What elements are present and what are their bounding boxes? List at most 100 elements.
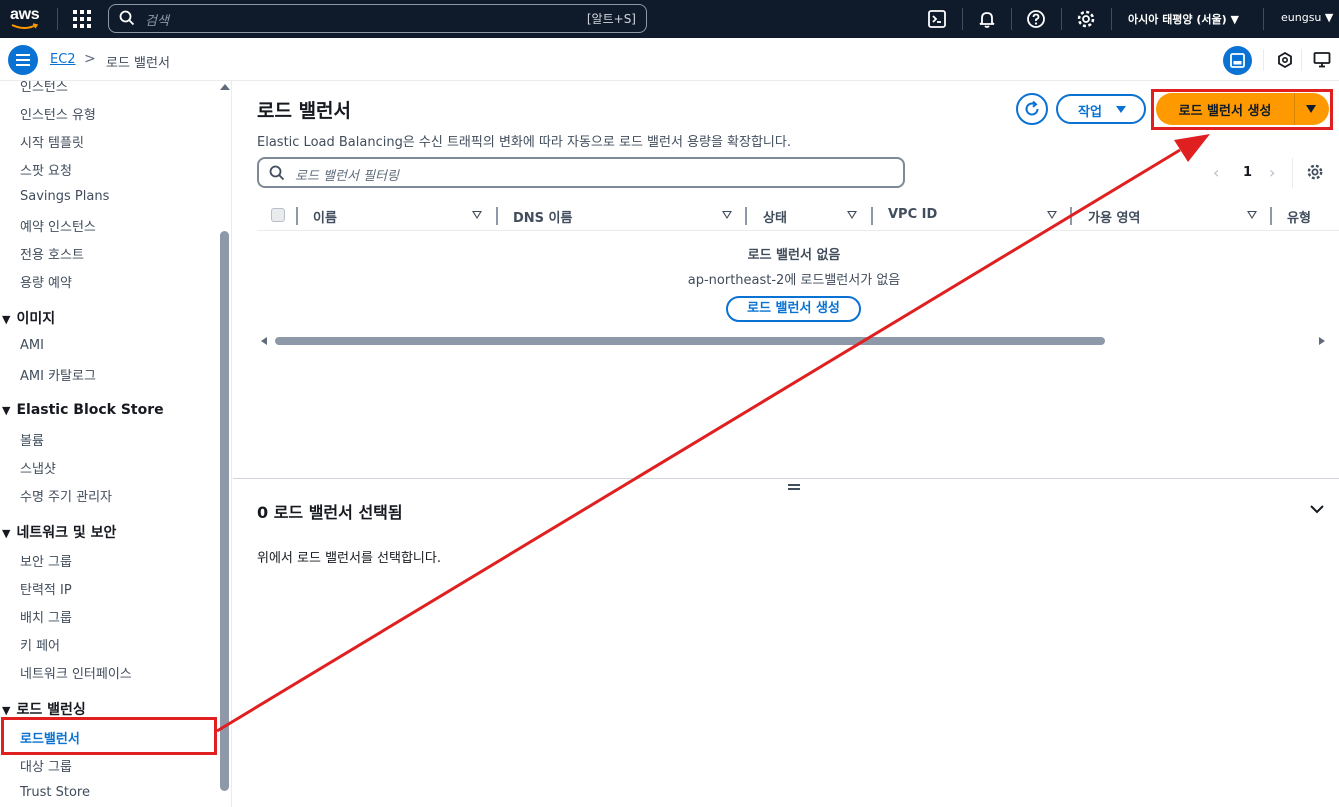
chevron-left-icon[interactable]: ‹ [1213,163,1219,182]
column-header-type[interactable]: 유형 [1287,207,1311,226]
scroll-right-arrow[interactable] [1319,337,1325,345]
divider [1011,8,1012,30]
empty-state-subtitle: ap-northeast-2에 로드밸런서가 없음 [687,273,901,288]
breadcrumb-separator: > [84,51,96,67]
chevron-down-icon[interactable] [1309,501,1325,517]
column-header-availability-zones[interactable]: 가용 영역 [1088,207,1140,226]
actions-dropdown-button[interactable]: 작업 [1056,94,1146,124]
sidebar-item-reserved-instances[interactable]: 예약 인스턴스 [20,216,96,235]
sidebar-item-key-pairs[interactable]: 키 페어 [20,635,60,654]
page-title: 로드 밸런서 [257,100,352,122]
filter-input[interactable]: 로드 밸런서 필터링 [257,157,905,188]
sidebar-section-load-balancing[interactable]: ▼ 로드 밸런싱 [2,699,86,719]
caret-down-icon [1116,106,1126,113]
sidebar-item-ami[interactable]: AMI [20,338,44,353]
panel-icon [1230,53,1245,68]
sort-icon[interactable] [472,211,482,219]
column-header-name[interactable]: 이름 [313,207,337,226]
divider [57,8,58,30]
create-load-balancer-button[interactable]: 로드 밸런서 생성 [1156,93,1329,125]
menu-button[interactable] [8,45,38,75]
top-navigation: aws 검색 [알트+S] 아시아 태평양 (서울) ▼ eungsu ▼ [0,0,1339,38]
sidebar-item-spot-requests[interactable]: 스팟 요청 [20,160,72,179]
empty-create-load-balancer-button[interactable]: 로드 밸런서 생성 [726,296,861,322]
scroll-up-arrow[interactable] [220,84,230,90]
sort-icon[interactable] [847,211,857,219]
search-icon [119,10,135,26]
column-header-dns-name[interactable]: DNS 이름 [513,207,572,226]
sidebar-scrollbar[interactable] [220,231,229,791]
gear-icon[interactable] [1076,9,1096,29]
cloudshell-icon[interactable] [927,9,947,29]
aws-logo[interactable]: aws [10,6,42,32]
hexagon-icon[interactable] [1276,51,1294,69]
split-panel-divider [233,478,1339,479]
bell-icon[interactable] [977,9,997,29]
display-icon[interactable] [1313,51,1331,69]
sidebar-item-instances[interactable]: 인스턴스 [20,81,68,95]
caret-down-icon: ▼ [2,527,11,540]
column-resizer[interactable] [745,207,747,225]
caret-down-icon[interactable] [1306,105,1316,113]
empty-state-title: 로드 밸런서 없음 [747,248,841,263]
page-number[interactable]: 1 [1243,165,1252,180]
sidebar-item-savings-plans[interactable]: Savings Plans [20,189,109,204]
sort-icon[interactable] [1047,211,1057,219]
sidebar-item-network-interfaces[interactable]: 네트워크 인터페이스 [20,663,132,682]
column-resizer[interactable] [871,207,873,225]
sidebar-item-placement-groups[interactable]: 배치 그룹 [20,607,72,626]
sidebar-item-instance-types[interactable]: 인스턴스 유형 [20,104,96,123]
filter-placeholder: 로드 밸런서 필터링 [295,169,399,184]
divider [1061,8,1062,30]
breadcrumb-current: 로드 밸런서 [106,56,170,71]
help-icon[interactable] [1026,9,1046,29]
services-grid-icon[interactable] [73,10,91,28]
sidebar-item-lifecycle-manager[interactable]: 수명 주기 관리자 [20,486,112,505]
main-content: 로드 밸런서 Elastic Load Balancing은 수신 트래픽의 변… [233,81,1339,807]
sidebar-section-images[interactable]: ▼ 이미지 [2,308,55,328]
table-header: 이름 DNS 이름 상태 VPC ID 가용 영역 유형 [257,202,1339,231]
sidebar-item-target-groups[interactable]: 대상 그룹 [20,756,72,775]
sidebar-item-load-balancers[interactable]: 로드밸런서 [20,728,80,747]
sort-icon[interactable] [1247,211,1257,219]
column-header-state[interactable]: 상태 [763,207,787,226]
sidebar-item-snapshots[interactable]: 스냅샷 [20,458,56,477]
scroll-left-arrow[interactable] [261,337,267,345]
column-resizer[interactable] [496,207,498,225]
sidebar-section-label: 이미지 [16,311,56,327]
sort-icon[interactable] [722,211,732,219]
chevron-right-icon[interactable]: › [1269,163,1275,182]
sidebar-section-label: 로드 밸런싱 [16,702,86,718]
split-divider [1294,93,1295,125]
sidebar-item-dedicated-hosts[interactable]: 전용 호스트 [20,244,84,263]
sidebar-section-ebs[interactable]: ▼ Elastic Block Store [2,402,164,418]
sidebar-section-label: Elastic Block Store [16,402,164,418]
sidebar-item-capacity-reservations[interactable]: 용량 예약 [20,272,72,291]
column-resizer[interactable] [296,207,298,225]
sidebar-item-security-groups[interactable]: 보안 그룹 [20,551,72,570]
column-resizer[interactable] [1070,207,1072,225]
column-resizer[interactable] [1270,207,1272,225]
breadcrumb-ec2-link[interactable]: EC2 [50,52,76,67]
select-all-checkbox[interactable] [271,208,285,222]
refresh-button[interactable] [1016,93,1048,125]
table-horizontal-scrollbar[interactable] [275,337,1105,345]
sidebar-section-network-security[interactable]: ▼ 네트워크 및 보안 [2,522,116,542]
region-selector[interactable]: 아시아 태평양 (서울) ▼ [1128,11,1239,27]
user-menu[interactable]: eungsu ▼ [1281,11,1333,24]
refresh-icon [1025,100,1039,116]
sidebar-item-ami-catalog[interactable]: AMI 카탈로그 [20,365,96,384]
search-input[interactable]: 검색 [알트+S] [108,4,647,33]
sidebar-item-volumes[interactable]: 볼륨 [20,430,44,449]
divider [1263,49,1264,71]
sidebar-item-elastic-ips[interactable]: 탄력적 IP [20,579,72,598]
sidebar-item-trust-store[interactable]: Trust Store [20,785,90,800]
caret-down-icon: ▼ [2,404,11,417]
table-settings-gear-icon[interactable] [1306,163,1324,181]
page-description: Elastic Load Balancing은 수신 트래픽의 변화에 따라 자… [257,135,791,150]
sidebar-item-launch-templates[interactable]: 시작 템플릿 [20,132,84,151]
split-panel-resize-handle[interactable] [788,484,800,490]
column-header-vpc-id[interactable]: VPC ID [888,207,937,222]
info-panel-button[interactable] [1223,46,1252,75]
aws-smile-icon [11,23,39,29]
